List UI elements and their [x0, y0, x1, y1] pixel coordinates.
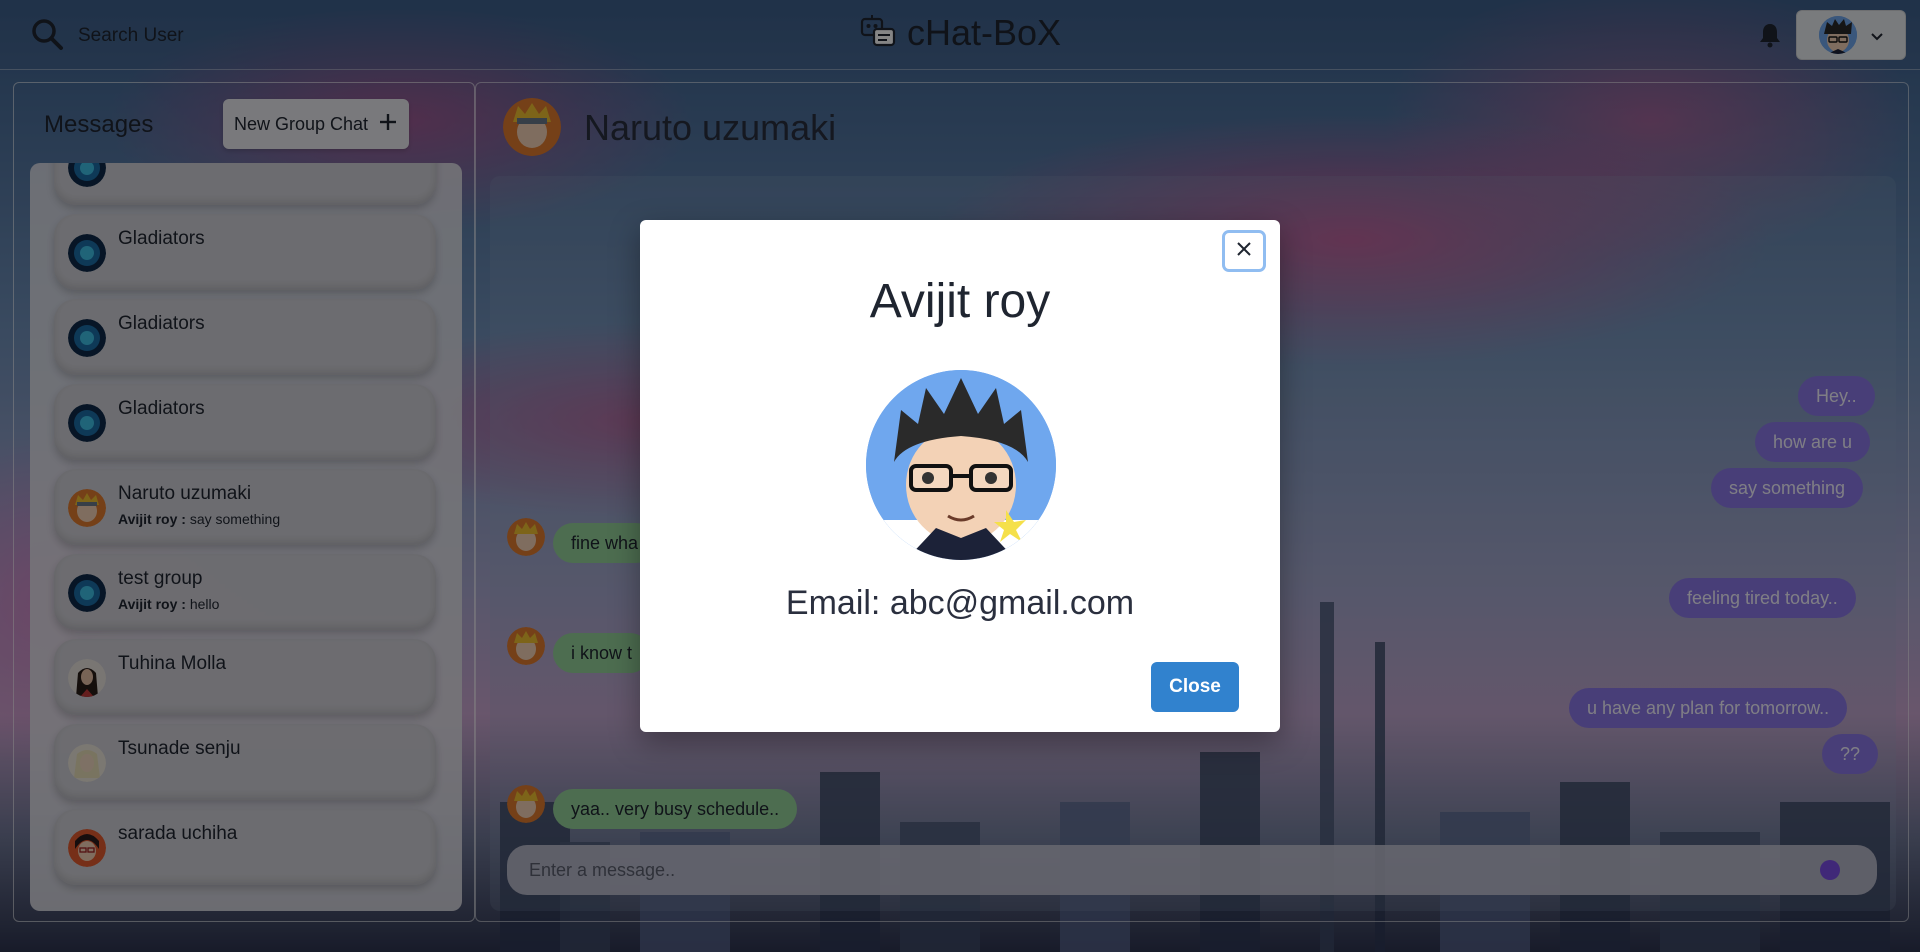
close-icon [1236, 241, 1252, 261]
profile-modal: Avijit roy Email: abc@gmail.com Close [640, 220, 1280, 732]
profile-avatar [866, 370, 1056, 560]
profile-email: Email: abc@gmail.com [785, 584, 1135, 622]
modal-title: Avijit roy [869, 275, 1051, 328]
modal-close-icon-button[interactable] [1222, 230, 1266, 272]
close-button[interactable]: Close [1151, 662, 1239, 712]
